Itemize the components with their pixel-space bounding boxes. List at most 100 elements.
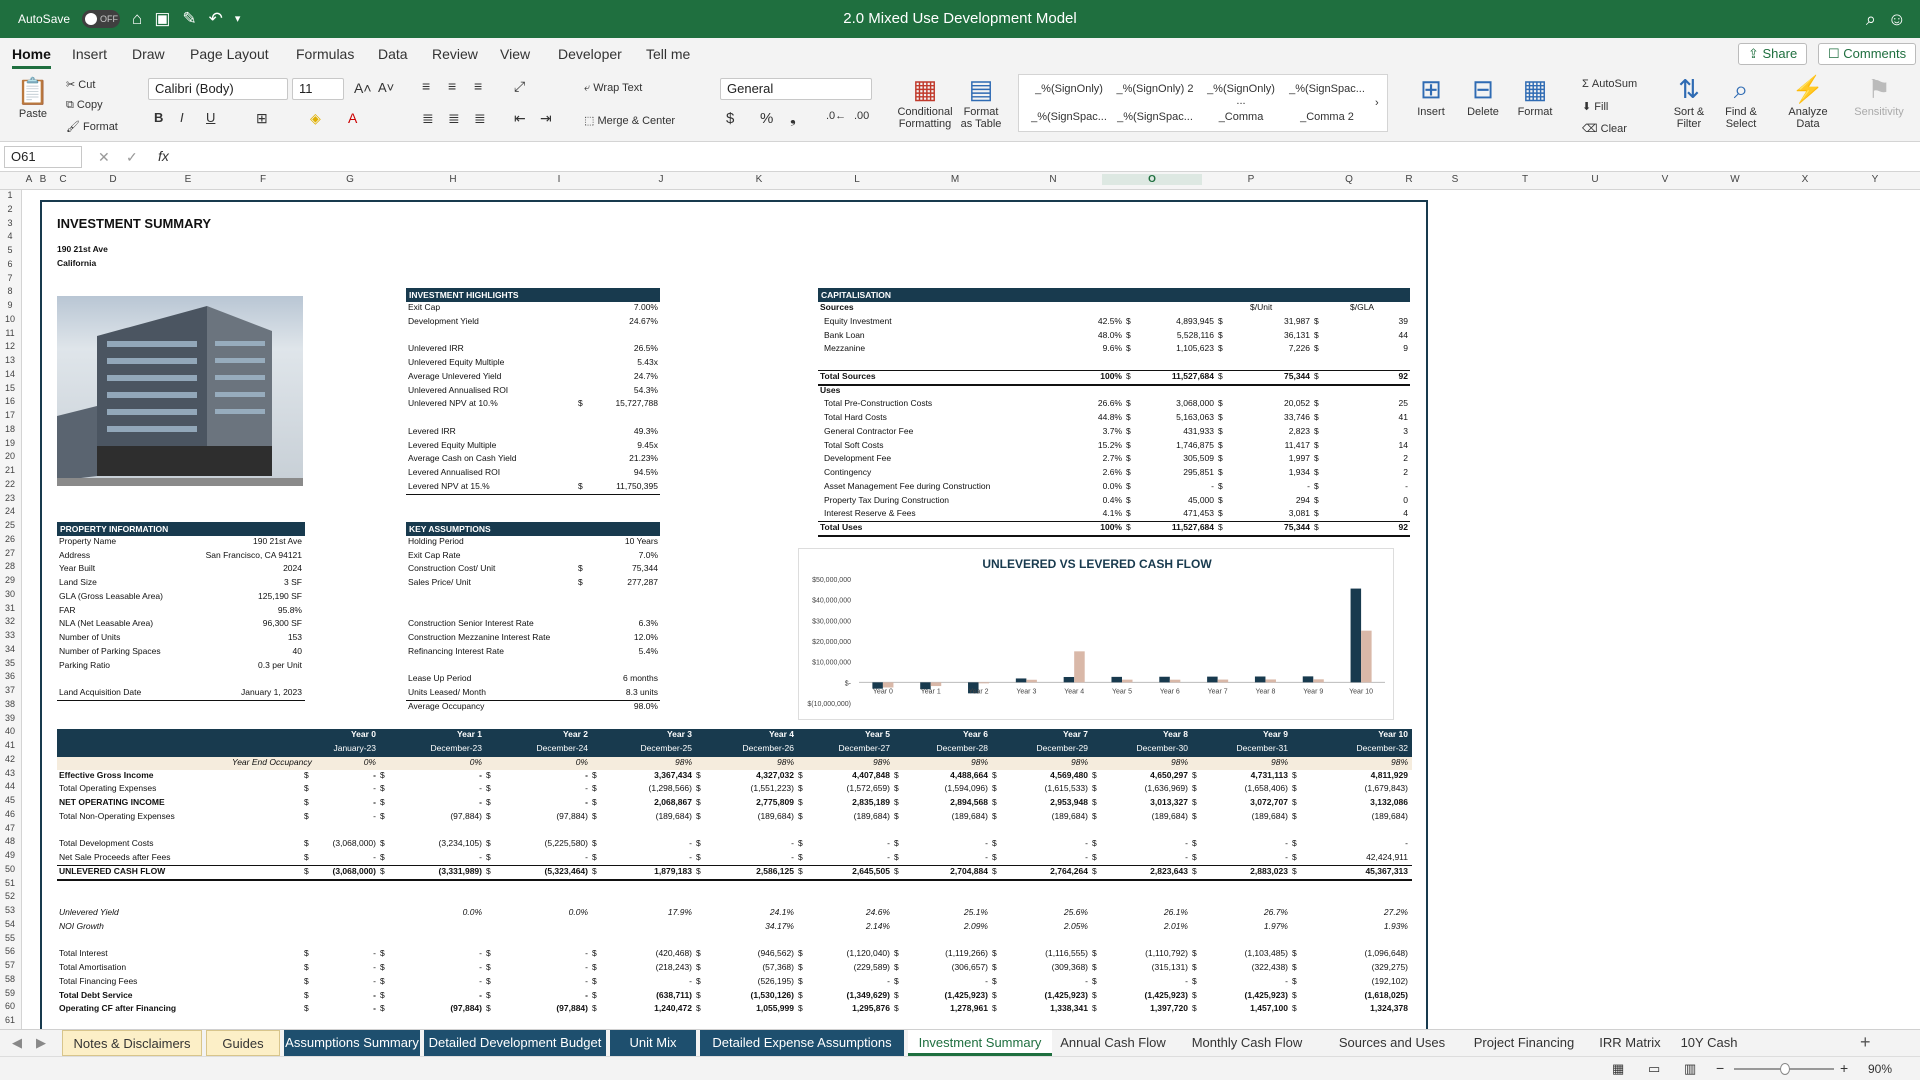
style-8[interactable]: _Comma 2 [1287, 111, 1367, 123]
align-left-icon[interactable]: ≣ [422, 110, 434, 127]
zoom-slider[interactable] [1734, 1063, 1834, 1075]
style-6[interactable]: _%(SignSpac... [1115, 111, 1195, 123]
style-5[interactable]: _%(SignSpac... [1029, 111, 1109, 123]
col-header-l[interactable]: L [808, 174, 906, 185]
col-header-f[interactable]: F [226, 174, 300, 185]
align-middle-icon[interactable]: ≡ [448, 78, 456, 94]
row-header[interactable]: 43 [0, 768, 20, 778]
cell-styles-gallery[interactable]: _%(SignOnly) _%(SignOnly) 2 _%(SignOnly)… [1018, 74, 1388, 132]
row-header[interactable]: 57 [0, 960, 20, 970]
prev-sheet-icon[interactable]: ◀ [12, 1035, 22, 1051]
row-header[interactable]: 20 [0, 451, 20, 461]
row-header[interactable]: 17 [0, 410, 20, 420]
menu-tell-me[interactable]: Tell me [646, 46, 690, 62]
format-as-table-button[interactable]: ▤ Format as Table [958, 72, 1004, 130]
row-header[interactable]: 26 [0, 534, 20, 544]
row-header[interactable]: 19 [0, 438, 20, 448]
col-header-u[interactable]: U [1560, 174, 1630, 185]
col-header-v[interactable]: V [1630, 174, 1700, 185]
row-header[interactable]: 5 [0, 245, 20, 255]
row-header[interactable]: 24 [0, 506, 20, 516]
sheet-tab-investment-summary[interactable]: Investment Summary [908, 1030, 1052, 1056]
col-header-j[interactable]: J [612, 174, 710, 185]
row-header[interactable]: 53 [0, 905, 20, 915]
col-header-s[interactable]: S [1420, 174, 1490, 185]
menu-review[interactable]: Review [432, 46, 478, 62]
zoom-in-icon[interactable]: + [1840, 1060, 1848, 1076]
autosum-button[interactable]: Σ AutoSum [1582, 78, 1637, 90]
style-3[interactable]: _%(SignOnly) ... [1201, 83, 1281, 107]
row-header[interactable]: 7 [0, 273, 20, 283]
insert-cells-button[interactable]: ⊞ Insert [1406, 72, 1456, 118]
col-header-w[interactable]: W [1700, 174, 1770, 185]
menu-developer[interactable]: Developer [558, 46, 622, 62]
sheet-tab-10y-cash[interactable]: 10Y Cash [1676, 1030, 1742, 1056]
col-header-g[interactable]: G [300, 174, 400, 185]
wrap-text-button[interactable]: ⤶ Wrap Text [584, 82, 642, 95]
increase-font-icon[interactable]: A˄ [354, 80, 372, 96]
row-header[interactable]: 29 [0, 575, 20, 585]
row-header[interactable]: 25 [0, 520, 20, 530]
orientation-icon[interactable]: ⤢ [514, 78, 525, 95]
row-header[interactable]: 60 [0, 1001, 20, 1011]
font-color-icon[interactable]: A [348, 110, 357, 126]
style-2[interactable]: _%(SignOnly) 2 [1115, 83, 1195, 95]
row-header[interactable]: 22 [0, 479, 20, 489]
cancel-icon[interactable]: ✕ [98, 149, 110, 166]
row-header[interactable]: 23 [0, 493, 20, 503]
row-header[interactable]: 3 [0, 218, 20, 228]
col-header-n[interactable]: N [1004, 174, 1102, 185]
sheet-tab-assumptions-summary[interactable]: Assumptions Summary [284, 1030, 420, 1056]
currency-icon[interactable]: $ [726, 110, 734, 127]
enter-icon[interactable]: ✓ [126, 149, 138, 166]
col-header-m[interactable]: M [906, 174, 1004, 185]
row-header[interactable]: 16 [0, 396, 20, 406]
row-header[interactable]: 51 [0, 878, 20, 888]
col-header-p[interactable]: P [1202, 174, 1300, 185]
add-sheet-icon[interactable]: + [1860, 1032, 1871, 1053]
row-header[interactable]: 18 [0, 424, 20, 434]
col-header-o[interactable]: O [1102, 174, 1202, 185]
row-header[interactable]: 30 [0, 589, 20, 599]
row-header[interactable]: 39 [0, 713, 20, 723]
col-header-b[interactable]: B [36, 174, 50, 185]
row-header[interactable]: 6 [0, 259, 20, 269]
row-header[interactable]: 50 [0, 864, 20, 874]
font-family-dropdown[interactable]: Calibri (Body) [148, 78, 288, 100]
col-header-h[interactable]: H [400, 174, 506, 185]
row-header[interactable]: 55 [0, 933, 20, 943]
style-4[interactable]: _%(SignSpac... [1287, 83, 1367, 95]
gallery-next-icon[interactable]: › [1375, 97, 1379, 109]
sheet-tab-guides[interactable]: Guides [206, 1030, 280, 1056]
menu-formulas[interactable]: Formulas [296, 46, 354, 62]
row-header[interactable]: 47 [0, 823, 20, 833]
col-header-e[interactable]: E [150, 174, 226, 185]
align-right-icon[interactable]: ≣ [474, 110, 486, 127]
menu-home[interactable]: Home [12, 46, 51, 69]
row-header[interactable]: 1 [0, 190, 20, 200]
analyze-data-button[interactable]: ⚡ Analyze Data [1780, 72, 1836, 130]
row-header[interactable]: 49 [0, 850, 20, 860]
clear-button[interactable]: ⌫ Clear [1582, 122, 1627, 135]
row-header[interactable]: 28 [0, 561, 20, 571]
row-header[interactable]: 40 [0, 726, 20, 736]
row-header[interactable]: 12 [0, 341, 20, 351]
row-header[interactable]: 13 [0, 355, 20, 365]
conditional-formatting-button[interactable]: ▦ Conditional Formatting [894, 72, 956, 130]
row-header[interactable]: 11 [0, 328, 20, 338]
row-header[interactable]: 33 [0, 630, 20, 640]
row-header[interactable]: 35 [0, 658, 20, 668]
col-header-d[interactable]: D [76, 174, 150, 185]
menu-view[interactable]: View [500, 46, 530, 62]
row-header[interactable]: 8 [0, 286, 20, 296]
row-header[interactable]: 61 [0, 1015, 20, 1025]
bold-icon[interactable]: B [154, 110, 163, 125]
sheet-tab-project-financing[interactable]: Project Financing [1464, 1030, 1584, 1056]
row-header[interactable]: 9 [0, 300, 20, 310]
sheet-tab-notes-disclaimers[interactable]: Notes & Disclaimers [62, 1030, 202, 1056]
decrease-font-icon[interactable]: A˅ [378, 80, 394, 95]
style-1[interactable]: _%(SignOnly) [1029, 83, 1109, 95]
row-header[interactable]: 36 [0, 671, 20, 681]
formula-input[interactable] [186, 146, 1906, 168]
row-header[interactable]: 34 [0, 644, 20, 654]
